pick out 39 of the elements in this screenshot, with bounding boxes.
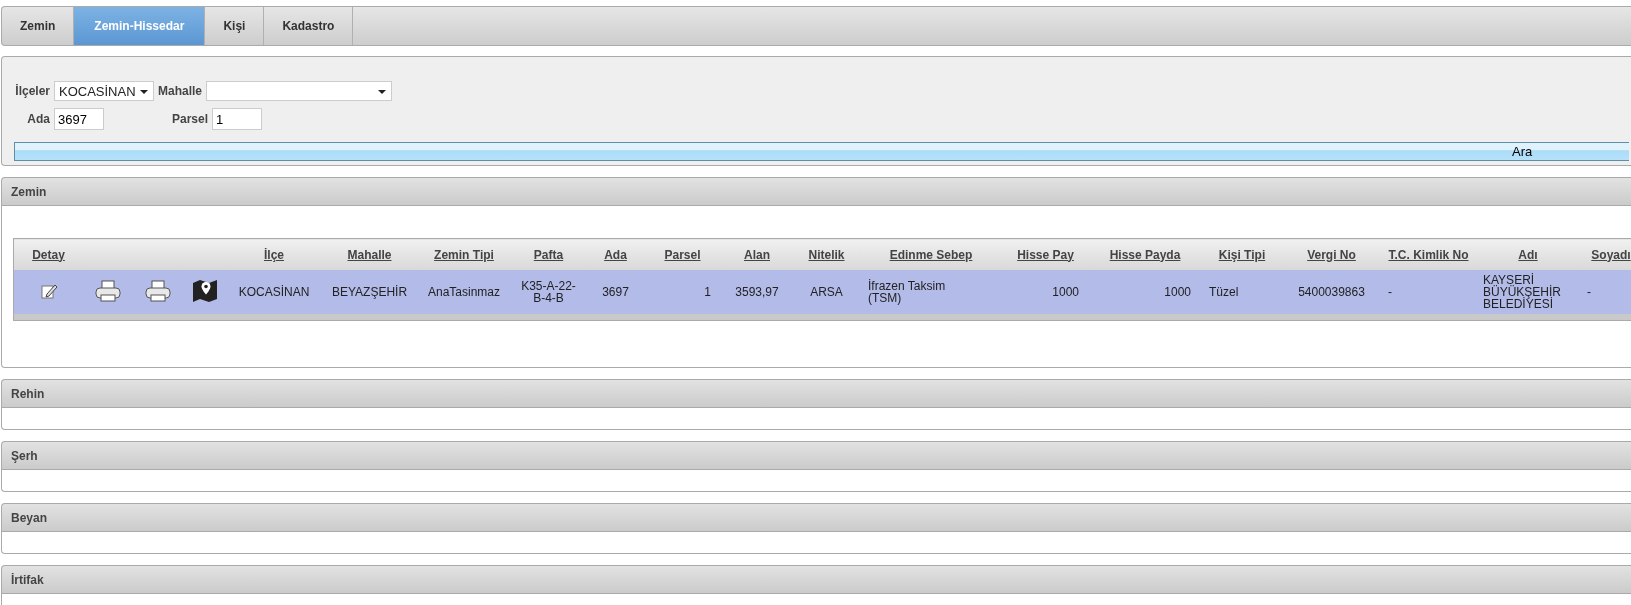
table-cell: 1 [704,286,711,298]
field-label: İlçeler [14,84,50,98]
tab[interactable]: Kadastro [264,7,354,45]
district-select[interactable]: KOCASİNAN [54,81,154,101]
search-button[interactable]: Ara [14,142,1629,161]
table-cell: 3593,97 [735,286,779,298]
table-cell: 1000 [1164,286,1191,298]
table-cell: 3697 [602,286,629,298]
table-cell-text: K35-A-22-B-4-B [520,280,577,304]
section-header: Rehin [1,379,1631,408]
column-header[interactable]: Pafta [533,247,564,262]
table-cell: AnaTasinmaz [427,286,500,298]
table-cell: 1000 [1052,286,1079,298]
section-header: Beyan [1,503,1631,532]
table-cell: ARSA [810,286,843,298]
column-header[interactable]: Adı [1518,247,1538,262]
field-label: Mahalle [158,84,202,98]
tab[interactable]: Kişi [205,7,265,45]
table-cell: 5400039863 [1298,286,1365,298]
column-header[interactable]: Ada [604,247,627,262]
column-header[interactable]: Alan [744,247,770,262]
table-cell: KAYSERİ BÜYÜKŞEHİR BELEDİYESİ [1483,274,1563,310]
table-cell: Tüzel [1209,286,1239,298]
table-cell: KOCASİNAN [238,286,310,298]
table-cell: - [1388,286,1392,298]
field-label: Ada [26,112,50,126]
field-label: Parsel [170,112,208,126]
input-field[interactable]: 3697 [54,108,104,130]
table-cell: - [1587,286,1591,298]
table-cell-text: İfrazen Taksim (TSM) [868,280,947,304]
input-field[interactable]: 1 [212,108,262,130]
map-pin-icon[interactable] [191,278,218,303]
section-header: Şerh [1,441,1631,470]
printer-icon[interactable] [95,279,121,302]
table-cell: BEYAZŞEHİR [331,286,408,298]
section-header: İrtifak [1,565,1631,594]
section-header: Zemin [1,177,1631,206]
column-header[interactable]: İlçe [264,247,284,262]
printer-icon[interactable] [144,279,171,302]
